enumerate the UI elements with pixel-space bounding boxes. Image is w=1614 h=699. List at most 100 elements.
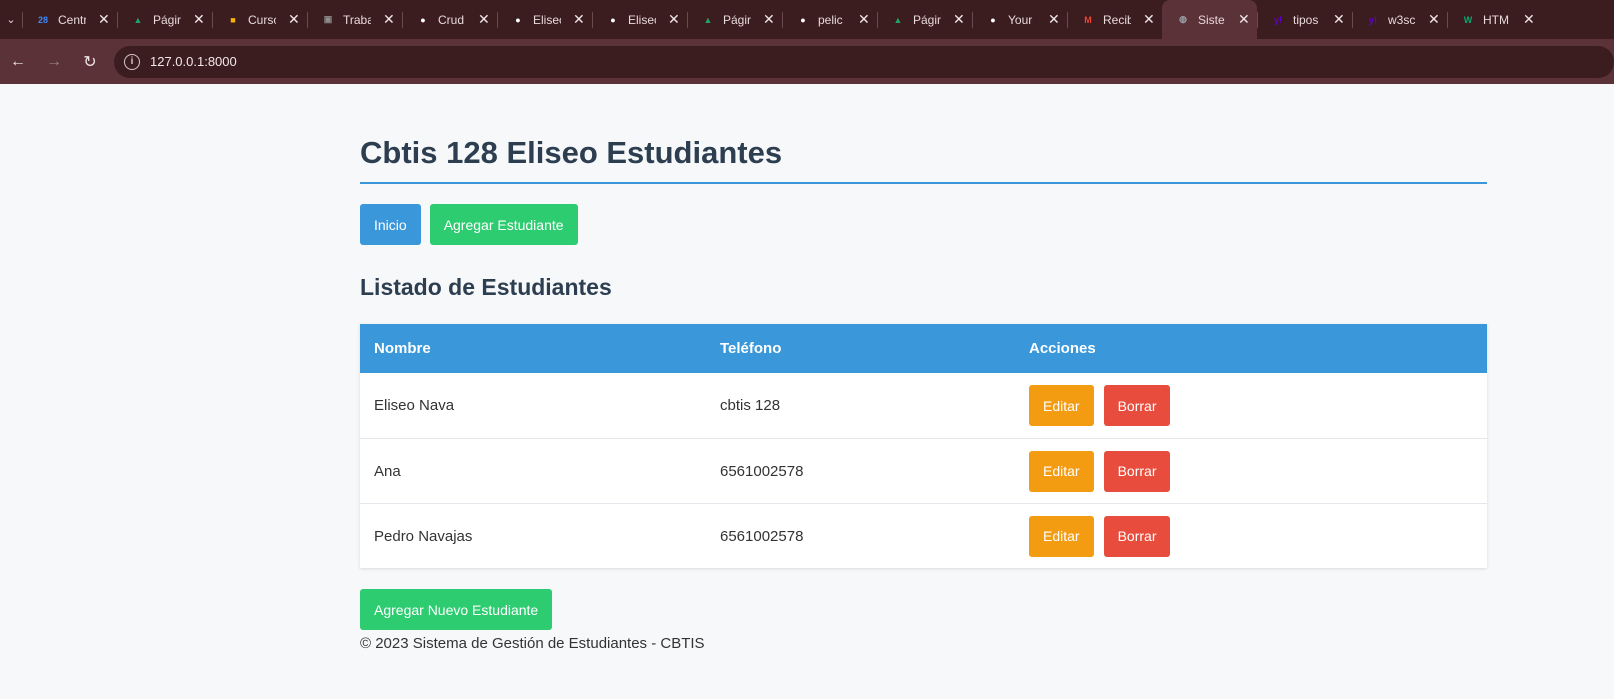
calendar-icon: 28 <box>37 14 48 25</box>
edit-button[interactable]: Editar <box>1029 515 1094 557</box>
delete-button[interactable]: Borrar <box>1103 515 1171 557</box>
table-row: Ana 6561002578 Editar Borrar <box>360 438 1487 503</box>
student-phone: cbtis 128 <box>720 397 781 414</box>
student-name: Ana <box>374 462 401 480</box>
tab-label: Your <box>1008 12 1033 27</box>
github-icon: ● <box>420 14 426 25</box>
browser-tab[interactable]: ◍ Siste ✕ <box>1162 0 1257 39</box>
close-tab-icon[interactable]: ✕ <box>1143 11 1155 28</box>
close-tab-icon[interactable]: ✕ <box>573 11 585 28</box>
browser-tab[interactable]: ▣ Traba ✕ <box>307 0 402 39</box>
yahoo-icon: y! <box>1273 14 1282 25</box>
tab-label: Siste <box>1198 12 1225 27</box>
tab-label: pelic <box>818 12 843 27</box>
yahoo-icon: y! <box>1368 14 1377 25</box>
close-tab-icon[interactable]: ✕ <box>193 11 205 28</box>
browser-tab[interactable]: 28 Centr ✕ <box>22 0 117 39</box>
close-tab-icon[interactable]: ✕ <box>1238 11 1250 28</box>
close-tab-icon[interactable]: ✕ <box>1523 11 1535 28</box>
browser-tab[interactable]: y! tipos ✕ <box>1257 0 1352 39</box>
forward-arrow-icon[interactable]: → <box>36 44 72 80</box>
browser-tab[interactable]: ▲ Págir ✕ <box>687 0 782 39</box>
tab-label: w3sc <box>1388 12 1416 27</box>
close-tab-icon[interactable]: ✕ <box>1333 11 1345 28</box>
browser-tab[interactable]: ■ Cursc ✕ <box>212 0 307 39</box>
add-new-student-button[interactable]: Agregar Nuevo Estudiante <box>360 589 553 630</box>
browser-tab[interactable]: ● Elisec ✕ <box>592 0 687 39</box>
nav-buttons: Inicio Agregar Estudiante <box>360 204 1487 245</box>
student-phone: 6561002578 <box>720 462 804 480</box>
tab-label: Recib <box>1103 12 1131 27</box>
close-tab-icon[interactable]: ✕ <box>1048 11 1060 28</box>
tab-label: Centr <box>58 12 86 27</box>
tab-label: Elisec <box>533 12 561 27</box>
close-tab-icon[interactable]: ✕ <box>478 11 490 28</box>
url-text[interactable]: 127.0.0.1:8000 <box>150 54 237 69</box>
browser-tab[interactable]: W HTM ✕ <box>1447 0 1542 39</box>
slides-icon: ■ <box>230 14 236 25</box>
address-bar[interactable]: i 127.0.0.1:8000 <box>114 45 1614 78</box>
google-drive-icon: ▲ <box>893 14 903 25</box>
close-tab-icon[interactable]: ✕ <box>383 11 395 28</box>
close-tab-icon[interactable]: ✕ <box>953 11 965 28</box>
row-actions: Editar Borrar <box>1015 385 1487 426</box>
home-button[interactable]: Inicio <box>360 204 421 245</box>
github-icon: ● <box>515 14 521 25</box>
github-icon: ● <box>990 14 996 25</box>
students-table: Nombre Teléfono Acciones Eliseo Nava cbti… <box>360 324 1487 568</box>
browser-tab[interactable]: ● pelic ✕ <box>782 0 877 39</box>
student-name: Eliseo Nava <box>374 397 455 414</box>
tab-label: Elisec <box>628 12 656 27</box>
google-drive-icon: ▲ <box>703 14 713 25</box>
tab-search-chevron-icon[interactable]: ⌄ <box>0 0 22 39</box>
page-title: Cbtis 128 Eliseo Estudiantes <box>360 135 783 170</box>
classroom-icon: ▣ <box>323 14 333 24</box>
site-info-icon[interactable]: i <box>124 53 140 70</box>
tab-label: Traba <box>343 12 371 27</box>
student-phone: 6561002578 <box>720 527 804 545</box>
table-row: Eliseo Nava cbtis 128 Editar Borrar <box>360 373 1487 438</box>
reload-icon[interactable]: ↻ <box>72 44 108 80</box>
section-title: Listado de Estudiantes <box>360 274 612 300</box>
github-icon: ● <box>610 14 616 25</box>
tab-label: Cursc <box>248 12 276 27</box>
edit-button[interactable]: Editar <box>1029 450 1094 492</box>
header-actions: Acciones <box>1029 340 1096 357</box>
tab-label: Págir <box>913 12 941 27</box>
tab-label: Págir <box>723 12 751 27</box>
tab-label: tipos <box>1293 12 1319 27</box>
close-tab-icon[interactable]: ✕ <box>1428 11 1440 28</box>
header-name: Nombre <box>374 340 431 357</box>
globe-icon: ◍ <box>1179 14 1187 24</box>
browser-tab[interactable]: ▲ Págir ✕ <box>117 0 212 39</box>
table-row: Pedro Navajas 6561002578 Editar Borrar <box>360 503 1487 568</box>
row-actions: Editar Borrar <box>1015 515 1487 557</box>
table-header: Nombre Teléfono Acciones <box>360 324 1487 373</box>
browser-tab[interactable]: ▲ Págir ✕ <box>877 0 972 39</box>
back-arrow-icon[interactable]: ← <box>0 44 36 80</box>
browser-toolbar: ← → ↻ i 127.0.0.1:8000 <box>0 39 1614 84</box>
close-tab-icon[interactable]: ✕ <box>668 11 680 28</box>
browser-tab[interactable]: ● Crud ✕ <box>402 0 497 39</box>
page-content: Cbtis 128 Eliseo Estudiantes Inicio Agre… <box>360 84 1487 652</box>
table-body: Eliseo Nava cbtis 128 Editar Borrar Ana 65610… <box>360 373 1487 568</box>
browser-tab[interactable]: M Recib ✕ <box>1067 0 1162 39</box>
browser-tab[interactable]: ● Elisec ✕ <box>497 0 592 39</box>
browser-tab[interactable]: ● Your ✕ <box>972 0 1067 39</box>
close-tab-icon[interactable]: ✕ <box>98 11 110 28</box>
tab-label: HTM <box>1483 12 1509 27</box>
edit-button[interactable]: Editar <box>1029 385 1094 426</box>
gmail-icon: M <box>1084 14 1092 25</box>
close-tab-icon[interactable]: ✕ <box>763 11 775 28</box>
close-tab-icon[interactable]: ✕ <box>858 11 870 28</box>
add-student-button[interactable]: Agregar Estudiante <box>429 204 578 245</box>
tab-label: Págir <box>153 12 181 27</box>
close-tab-icon[interactable]: ✕ <box>288 11 300 28</box>
title-divider <box>360 182 1487 184</box>
student-name: Pedro Navajas <box>374 527 473 545</box>
delete-button[interactable]: Borrar <box>1103 450 1171 492</box>
delete-button[interactable]: Borrar <box>1103 385 1171 426</box>
browser-tab[interactable]: y! w3sc ✕ <box>1352 0 1447 39</box>
google-drive-icon: ▲ <box>133 14 143 25</box>
tab-label: Crud <box>438 12 465 27</box>
